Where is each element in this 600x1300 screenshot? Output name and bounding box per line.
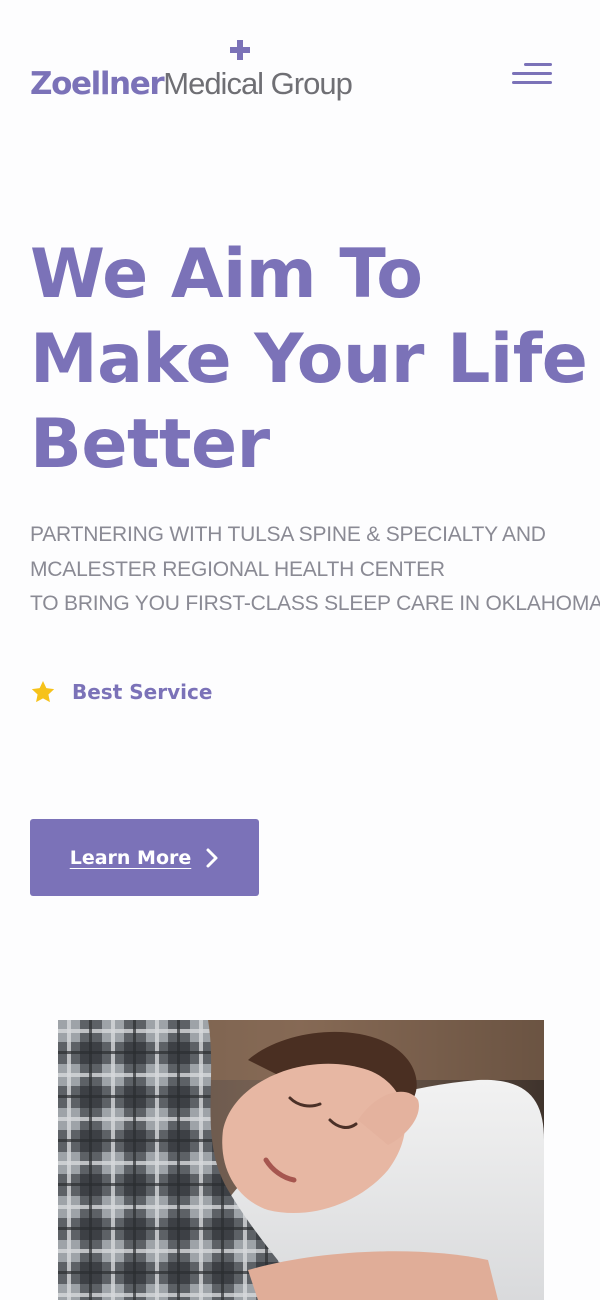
hero-title-line: We Aim To (30, 235, 423, 314)
brand-wordmark: ZoellnerMedical Group (30, 64, 353, 104)
best-service-badge: Best Service (30, 676, 212, 708)
page: ZoellnerMedical Group We Aim To Make You… (0, 0, 600, 1300)
hero-title: We Aim To Make Your Life Better (30, 232, 590, 487)
brand-name-light: Medical Group (163, 66, 353, 101)
hero-title-line: Better (30, 405, 270, 484)
hero-photo (58, 1020, 544, 1300)
chevron-right-icon (206, 848, 218, 867)
star-icon (31, 680, 55, 703)
hero-subtitle: PARTNERING WITH TULSA SPINE & SPECIALTY … (30, 518, 600, 622)
hero-subtitle-line: TO BRING YOU FIRST-CLASS SLEEP CARE IN O… (30, 592, 600, 615)
learn-more-label: Learn More (69, 846, 192, 869)
badge-label: Best Service (72, 680, 213, 704)
hero-title-line: Make Your Life (30, 320, 588, 399)
woman-sleeping-image (58, 1020, 544, 1300)
brand-name-bold: Zoellner (30, 66, 165, 102)
plus-cross-icon (230, 40, 250, 60)
hamburger-menu-icon[interactable] (508, 60, 552, 88)
hero-subtitle-line: MCALESTER REGIONAL HEALTH CENTER (30, 557, 445, 581)
learn-more-button[interactable]: Learn More (30, 819, 259, 896)
brand-logo[interactable]: ZoellnerMedical Group (30, 40, 353, 104)
hero-subtitle-line: PARTNERING WITH TULSA SPINE & SPECIALTY … (30, 523, 546, 546)
